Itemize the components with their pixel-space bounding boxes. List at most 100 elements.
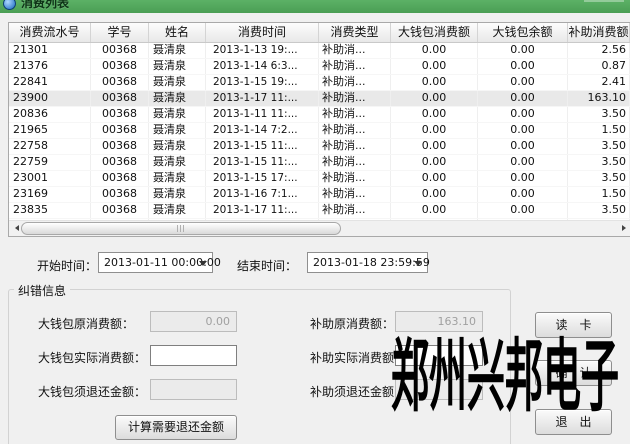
table-cell: 3.50 xyxy=(568,203,630,218)
table-row[interactable]: 2383500368聂清泉2013-1-17 11:...补助消...0.000… xyxy=(9,203,630,219)
table-cell: 20836 xyxy=(9,107,91,122)
subsidy-original-amount-label: 补助原消费额： xyxy=(310,315,394,332)
column-header[interactable]: 补助消费额 xyxy=(568,23,630,42)
table-cell: 0.00 xyxy=(391,91,478,106)
table-row[interactable]: 2137600368聂清泉2013-1-14 6:3...补助消...0.000… xyxy=(9,59,630,75)
table-cell: 0.87 xyxy=(568,59,630,74)
window-title: 消费列表 xyxy=(21,0,69,11)
table-cell: 00368 xyxy=(91,75,149,90)
table-row[interactable]: 2083600368聂清泉2013-1-11 11:...补助消...0.000… xyxy=(9,107,630,123)
table-cell: 补助消... xyxy=(319,107,391,122)
column-header[interactable]: 学号 xyxy=(91,23,149,42)
calculate-refund-button[interactable]: 计算需要退还金额 xyxy=(115,415,237,440)
table-cell: 00368 xyxy=(91,91,149,106)
subsidy-original-amount-field xyxy=(395,311,483,332)
scroll-right-button[interactable] xyxy=(617,222,630,235)
table-cell: 聂清泉 xyxy=(149,123,206,138)
table-cell: 2013-1-13 19:... xyxy=(206,43,319,58)
wallet-refund-amount-field xyxy=(150,379,237,400)
wallet-original-amount-field xyxy=(150,311,237,332)
table-cell: 2013-1-16 7:1... xyxy=(206,187,319,202)
table-cell: 00368 xyxy=(91,123,149,138)
table-cell: 2013-1-15 17:... xyxy=(206,171,319,186)
table-cell: 2013-1-15 19:... xyxy=(206,75,319,90)
table-cell: 聂清泉 xyxy=(149,203,206,218)
table-cell: 00368 xyxy=(91,203,149,218)
wallet-refund-amount-label: 大钱包须退还金额： xyxy=(38,383,146,400)
horizontal-scrollbar[interactable] xyxy=(9,220,630,236)
table-cell: 23900 xyxy=(9,91,91,106)
table-cell: 21301 xyxy=(9,43,91,58)
column-header[interactable]: 大钱包消费额 xyxy=(391,23,478,42)
table-cell: 2013-1-17 11:... xyxy=(206,203,319,218)
table-cell: 聂清泉 xyxy=(149,155,206,170)
app-icon xyxy=(3,0,16,10)
table-cell: 补助消... xyxy=(319,171,391,186)
scrollbar-grip-icon xyxy=(177,225,185,232)
table-cell: 0.00 xyxy=(478,171,568,186)
table-cell: 22759 xyxy=(9,155,91,170)
table-cell: 0.00 xyxy=(391,171,478,186)
table-cell: 3.50 xyxy=(568,171,630,186)
table-cell: 00368 xyxy=(91,107,149,122)
table-cell: 补助消... xyxy=(319,187,391,202)
table-row[interactable]: 2196500368聂清泉2013-1-14 7:2...补助消...0.000… xyxy=(9,123,630,139)
table-cell: 0.00 xyxy=(391,203,478,218)
table-cell: 00368 xyxy=(91,187,149,202)
column-header[interactable]: 消费类型 xyxy=(319,23,391,42)
table-cell: 0.00 xyxy=(478,155,568,170)
column-header[interactable]: 姓名 xyxy=(149,23,206,42)
titlebar: 消费列表 xyxy=(0,0,630,13)
table-cell: 补助消... xyxy=(319,91,391,106)
column-header[interactable]: 大钱包余额 xyxy=(478,23,568,42)
table-cell: 1.50 xyxy=(568,123,630,138)
consumption-table: 消费流水号学号姓名消费时间消费类型大钱包消费额大钱包余额补助消费额 213010… xyxy=(8,22,630,237)
wallet-actual-amount-field[interactable] xyxy=(150,345,237,366)
table-cell: 聂清泉 xyxy=(149,75,206,90)
table-cell: 2013-1-11 11:... xyxy=(206,107,319,122)
table-cell: 0.00 xyxy=(478,107,568,122)
table-cell: 23001 xyxy=(9,171,91,186)
table-cell: 00368 xyxy=(91,43,149,58)
chevron-down-icon xyxy=(414,261,422,270)
table-cell: 0.00 xyxy=(478,203,568,218)
table-cell: 3.50 xyxy=(568,155,630,170)
column-header[interactable]: 消费流水号 xyxy=(9,23,91,42)
column-header[interactable]: 消费时间 xyxy=(206,23,319,42)
table-cell: 0.00 xyxy=(478,123,568,138)
table-cell: 2013-1-15 11:... xyxy=(206,155,319,170)
wallet-original-amount-label: 大钱包原消费额： xyxy=(38,315,134,332)
table-cell: 163.10 xyxy=(568,91,630,106)
table-cell: 22758 xyxy=(9,139,91,154)
table-cell: 补助消... xyxy=(319,75,391,90)
table-cell: 0.00 xyxy=(391,187,478,202)
table-cell: 1.50 xyxy=(568,187,630,202)
table-cell: 23835 xyxy=(9,203,91,218)
table-cell: 2013-1-14 6:3... xyxy=(206,59,319,74)
correction-group-title: 纠错信息 xyxy=(14,282,70,299)
table-cell: 聂清泉 xyxy=(149,171,206,186)
table-row[interactable]: 2284100368聂清泉2013-1-15 19:...补助消...0.000… xyxy=(9,75,630,91)
table-cell: 0.00 xyxy=(478,139,568,154)
wallet-actual-amount-label: 大钱包实际消费额： xyxy=(38,349,146,366)
table-cell: 0.00 xyxy=(391,59,478,74)
table-row[interactable]: 2316900368聂清泉2013-1-16 7:1...补助消...0.000… xyxy=(9,187,630,203)
scrollbar-thumb[interactable] xyxy=(21,222,341,235)
table-row[interactable]: 2275800368聂清泉2013-1-15 11:...补助消...0.000… xyxy=(9,139,630,155)
end-time-value: 2013-01-18 23:59:59 xyxy=(313,256,430,269)
table-row[interactable]: 2130100368聂清泉2013-1-13 19:...补助消...0.000… xyxy=(9,43,630,59)
table-row[interactable]: 2275900368聂清泉2013-1-15 11:...补助消...0.000… xyxy=(9,155,630,171)
table-row[interactable]: 2300100368聂清泉2013-1-15 17:...补助消...0.000… xyxy=(9,171,630,187)
table-cell: 3.50 xyxy=(568,139,630,154)
table-cell: 聂清泉 xyxy=(149,107,206,122)
table-cell: 21965 xyxy=(9,123,91,138)
scroll-right-icon xyxy=(622,225,629,231)
end-time-combobox[interactable]: 2013-01-18 23:59:59 xyxy=(307,252,428,273)
table-cell: 0.00 xyxy=(391,43,478,58)
table-row[interactable]: 2390000368聂清泉2013-1-17 11:...补助消...0.000… xyxy=(9,91,630,107)
table-cell: 补助消... xyxy=(319,123,391,138)
start-time-combobox[interactable]: 2013-01-11 00:00:00 xyxy=(98,252,213,273)
scroll-left-icon xyxy=(12,225,19,231)
table-header: 消费流水号学号姓名消费时间消费类型大钱包消费额大钱包余额补助消费额 xyxy=(9,23,630,43)
table-cell: 2013-1-14 7:2... xyxy=(206,123,319,138)
